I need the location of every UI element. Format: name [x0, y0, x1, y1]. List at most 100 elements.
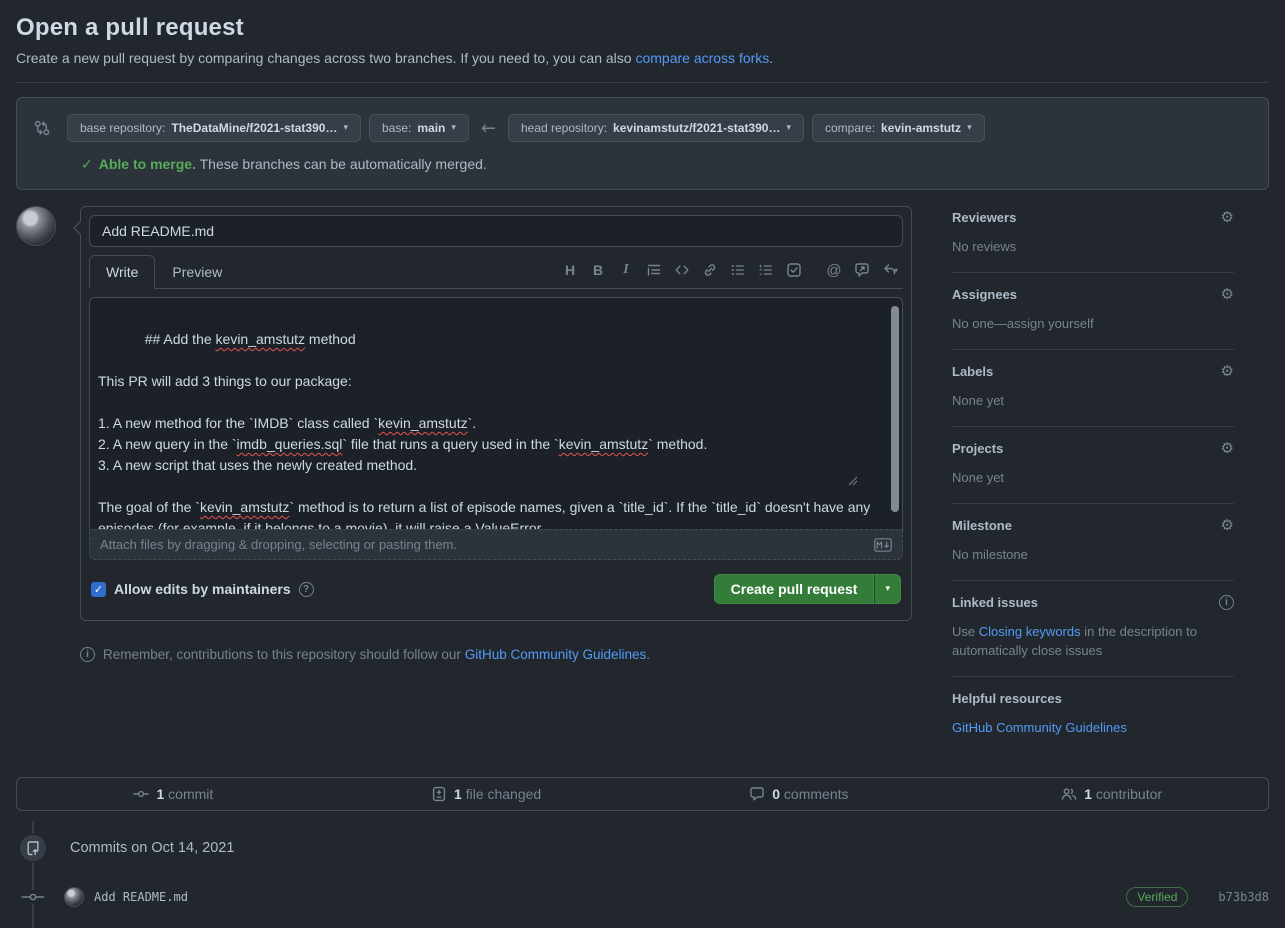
assignees-header[interactable]: Assignees ⚙: [952, 287, 1234, 302]
create-pr-options-caret[interactable]: ▾: [874, 574, 901, 604]
labels-value: None yet: [952, 391, 1234, 410]
merge-status-ok: Able to merge.: [99, 156, 196, 172]
linked-issues-title: Linked issues: [952, 595, 1038, 610]
git-compare-icon: [33, 119, 51, 137]
compare-branch-prefix: compare:: [825, 121, 875, 135]
cross-reference-icon[interactable]: [849, 258, 875, 282]
question-icon[interactable]: ?: [299, 582, 314, 597]
assignees-title: Assignees: [952, 287, 1017, 302]
base-branch-dropdown[interactable]: base: main ▾: [369, 114, 469, 142]
branch-compare-box: base repository: TheDataMine/f2021-stat39…: [16, 97, 1269, 190]
community-guidelines-link[interactable]: GitHub Community Guidelines: [465, 647, 647, 662]
numbered-list-icon[interactable]: [753, 258, 779, 282]
commits-timeline: Commits on Oct 14, 2021 Add README.md Ve…: [16, 833, 1269, 928]
quote-icon[interactable]: [641, 258, 667, 282]
tab-preview[interactable]: Preview: [155, 255, 239, 289]
base-repository-dropdown[interactable]: base repository: TheDataMine/f2021-stat39…: [67, 114, 361, 142]
commit-icon: [20, 890, 46, 904]
info-icon[interactable]: i: [1219, 595, 1234, 610]
page-subtitle-text: Create a new pull request by comparing c…: [16, 50, 635, 66]
stat-label: comments: [784, 786, 849, 802]
pr-title-input[interactable]: [89, 215, 903, 247]
commit-row: Add README.md Verified b73b3d8: [16, 887, 1269, 907]
milestone-value: No milestone: [952, 545, 1234, 564]
commits-date-header: Commits on Oct 14, 2021: [70, 840, 234, 856]
stat-label: commit: [168, 786, 213, 802]
task-list-icon[interactable]: [781, 258, 807, 282]
markdown-icon: [874, 538, 892, 552]
bold-icon[interactable]: B: [585, 258, 611, 282]
head-repository-dropdown[interactable]: head repository:kevinamstutz/f2021-stat3…: [508, 114, 804, 142]
pr-description-text: ## Add the kevin_amstutz method This PR …: [98, 331, 874, 529]
gear-icon[interactable]: ⚙: [1221, 518, 1234, 533]
chevron-down-icon: ▾: [967, 123, 972, 133]
closing-keywords-link[interactable]: Closing keywords: [979, 624, 1081, 639]
helpful-resources-title: Helpful resources: [952, 691, 1234, 706]
pr-description-textarea[interactable]: ## Add the kevin_amstutz method This PR …: [89, 297, 903, 529]
link-icon[interactable]: [697, 258, 723, 282]
stat-comments[interactable]: 0 comments: [643, 786, 956, 802]
labels-header[interactable]: Labels⚙: [952, 364, 1234, 379]
merge-status: ✓Able to merge. These branches can be au…: [81, 156, 1252, 173]
commit-icon: [133, 786, 149, 802]
linked-issues-prefix: Use: [952, 624, 979, 639]
markdown-toolbar: H B I: [557, 258, 903, 288]
chevron-down-icon: ▾: [451, 123, 456, 133]
avatar[interactable]: [64, 887, 84, 907]
attach-files-hint: Attach files by dragging & dropping, sel…: [100, 537, 457, 552]
bullet-list-icon[interactable]: [725, 258, 751, 282]
base-repo-value: TheDataMine/f2021-stat390…: [171, 121, 337, 135]
compare-branch-value: kevin-amstutz: [881, 121, 961, 135]
stat-commits[interactable]: 1 commit: [17, 786, 330, 802]
gear-icon[interactable]: ⚙: [1221, 210, 1234, 225]
sidebar-section-reviewers: Reviewers⚙ No reviews: [952, 206, 1234, 273]
stat-label: contributor: [1096, 786, 1162, 802]
verified-badge[interactable]: Verified: [1126, 887, 1188, 907]
allow-edits-checkbox[interactable]: ✓: [91, 582, 106, 597]
stat-count: 1: [1084, 786, 1092, 802]
projects-value: None yet: [952, 468, 1234, 487]
attach-files-bar[interactable]: Attach files by dragging & dropping, sel…: [89, 529, 903, 560]
page-subtitle-period: .: [769, 50, 773, 66]
pr-stats-bar: 1 commit 1 file changed 0 comments 1 con…: [16, 777, 1269, 811]
stat-label: file changed: [466, 786, 542, 802]
tab-write[interactable]: Write: [89, 255, 155, 289]
reminder-text: Remember, contributions to this reposito…: [103, 647, 465, 662]
heading-icon[interactable]: H: [557, 258, 583, 282]
projects-title: Projects: [952, 441, 1003, 456]
compare-across-forks-link[interactable]: compare across forks: [635, 50, 769, 66]
gear-icon[interactable]: ⚙: [1221, 287, 1234, 302]
reviewers-title: Reviewers: [952, 210, 1016, 225]
chevron-down-icon: ▾: [786, 123, 791, 133]
italic-icon[interactable]: I: [613, 258, 639, 282]
saved-replies-icon[interactable]: ▾: [877, 258, 903, 282]
people-icon: [1061, 786, 1077, 802]
resize-grip-icon[interactable]: [847, 433, 901, 528]
gear-icon[interactable]: ⚙: [1221, 364, 1234, 379]
base-branch-value: main: [417, 121, 445, 135]
reviewers-header[interactable]: Reviewers ⚙: [952, 210, 1234, 225]
gear-icon[interactable]: ⚙: [1221, 441, 1234, 456]
pr-sidebar: Reviewers⚙ No reviews Assignees⚙ No one—…: [952, 206, 1234, 753]
compare-branch-dropdown[interactable]: compare: kevin-amstutz ▾: [812, 114, 985, 142]
base-branch-prefix: base:: [382, 121, 411, 135]
commit-sha[interactable]: b73b3d8: [1218, 890, 1269, 904]
stat-files-changed[interactable]: 1 file changed: [330, 786, 643, 802]
chevron-down-icon: ▾: [885, 584, 890, 594]
comment-icon: [749, 786, 765, 802]
allow-edits-label[interactable]: Allow edits by maintainers: [114, 581, 291, 597]
avatar[interactable]: [16, 206, 56, 246]
check-icon: ✓: [81, 157, 93, 173]
create-pull-request-button[interactable]: Create pull request: [714, 574, 875, 604]
reminder-period: .: [646, 647, 650, 662]
helpful-guidelines-link[interactable]: GitHub Community Guidelines: [952, 720, 1127, 735]
stat-contributors[interactable]: 1 contributor: [955, 786, 1268, 802]
commit-message[interactable]: Add README.md: [94, 890, 188, 904]
mention-icon[interactable]: @: [821, 258, 847, 282]
base-repo-prefix: base repository:: [80, 121, 165, 135]
open-pull-request-page: Open a pull request Create a new pull re…: [0, 0, 1285, 928]
code-icon[interactable]: [669, 258, 695, 282]
milestone-header[interactable]: Milestone⚙: [952, 518, 1234, 533]
projects-header[interactable]: Projects ⚙: [952, 441, 1234, 456]
page-title: Open a pull request: [16, 14, 1269, 42]
